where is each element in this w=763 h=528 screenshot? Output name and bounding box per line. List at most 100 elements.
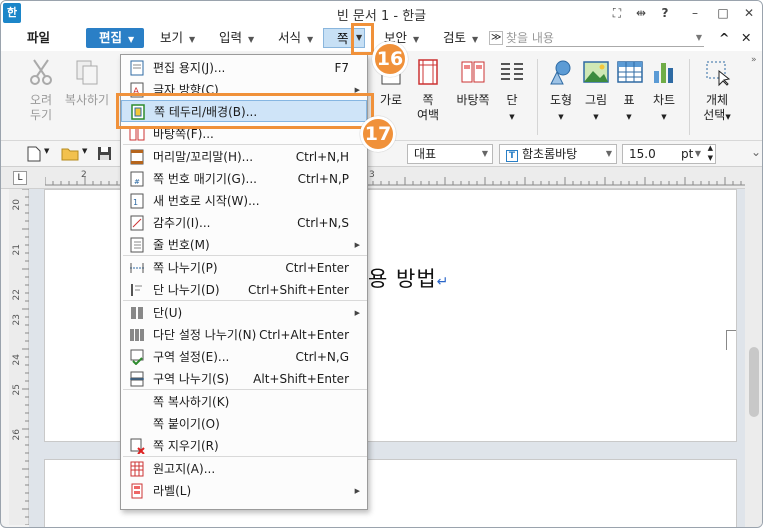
minimize-button[interactable]: – (685, 4, 705, 22)
shape-button[interactable]: 도형 ▼ (544, 57, 578, 125)
menu-file[interactable]: 파일 (27, 28, 50, 48)
more-menus-button[interactable]: ≫ (489, 31, 504, 45)
menu-item[interactable]: 1 새 번호로 시작(W)... (121, 190, 367, 212)
chevron-down-icon[interactable]: ▼ (82, 147, 87, 155)
menu-item[interactable]: 단(U) ▶ (121, 302, 367, 324)
menu-item[interactable]: 다단 설정 나누기(N) Ctrl+Alt+Enter (121, 324, 367, 346)
font-value: 함초롬바탕 (522, 147, 578, 161)
chevron-down-icon[interactable]: ▼ (696, 29, 702, 47)
save-icon[interactable] (97, 146, 112, 161)
menu-insert[interactable]: 입력 ▼ (219, 28, 254, 48)
chevron-down-icon: ▼ (509, 113, 515, 121)
ribbon-more-icon[interactable]: » (751, 55, 757, 65)
spin-icon[interactable]: ▲ ▼ (708, 143, 713, 163)
chevron-down-icon: ▼ (694, 149, 701, 158)
vruler-label: 20 (12, 199, 22, 211)
table-button[interactable]: 표 ▼ (615, 57, 643, 125)
menu-item[interactable]: 구역 나누기(S) Alt+Shift+Enter (121, 368, 367, 390)
page-margin-icon (418, 59, 438, 85)
menu-item[interactable]: 감추기(I)... Ctrl+N,S (121, 212, 367, 234)
master-page-label: 바탕쪽 (456, 93, 490, 107)
toolbar-more-icon[interactable]: ⌄ (751, 145, 761, 159)
table-icon (617, 61, 643, 83)
picture-button[interactable]: 그림 ▼ (581, 57, 611, 125)
maximize-button[interactable]: □ (713, 4, 733, 22)
column-break-icon (131, 284, 142, 296)
menu-item-label: 편집 용지(J)... (153, 61, 226, 75)
search-placeholder: 찾을 내용 (506, 31, 554, 45)
tab-type-icon[interactable]: L (13, 171, 27, 185)
menu-item-shortcut: Ctrl+N,H (295, 150, 349, 164)
font-size-input[interactable]: 15.0 pt ▼ ▲ ▼ (622, 144, 716, 164)
chevron-down-icon: ▼ (413, 35, 420, 44)
menu-item[interactable]: 편집 용지(J)... F7 (121, 57, 367, 79)
chevron-down-icon[interactable]: ▼ (44, 147, 49, 155)
style-select[interactable]: 대표 ▼ (407, 144, 493, 164)
menu-item[interactable]: 줄 번호(M) ▶ (121, 234, 367, 256)
menu-item[interactable]: 단 나누기(D) Ctrl+Shift+Enter (121, 279, 367, 301)
close-search-icon[interactable]: ✕ (741, 28, 751, 48)
menu-separator (123, 456, 367, 457)
vertical-scrollbar[interactable] (745, 167, 762, 527)
master-page-button[interactable]: 바탕쪽 (451, 57, 495, 108)
copy-button[interactable]: 복사하기 (63, 57, 111, 108)
menu-item-shortcut: Ctrl+Shift+Enter (248, 283, 349, 297)
menu-item-shortcut: F7 (334, 61, 349, 75)
page-margin-button[interactable]: 쪽 여백 (411, 57, 445, 123)
label-icon (131, 483, 143, 499)
column-ribbon-icon (501, 63, 523, 80)
master-page-ribbon-icon (461, 61, 485, 83)
open-folder-icon[interactable] (61, 147, 79, 161)
close-button[interactable]: ✕ (739, 4, 759, 22)
page-corner-mark (726, 330, 736, 350)
step-16-badge: 16 (372, 41, 408, 77)
chevron-down-icon: ▼ (481, 149, 488, 158)
menu-item-label: 원고지(A)... (153, 462, 216, 476)
fullscreen-icon[interactable]: ⛶ (607, 4, 627, 22)
menu-separator (123, 255, 367, 256)
style-value: 대표 (414, 147, 437, 161)
menu-edit[interactable]: 편집 ▼ (86, 28, 144, 48)
font-select[interactable]: T 함초롬바탕 ▼ (499, 144, 617, 164)
landscape-label: 가로 (379, 93, 403, 107)
cut-button[interactable]: 오려 두기 (23, 57, 59, 123)
page-setup-icon (130, 60, 144, 76)
margin-label-1: 쪽 (422, 93, 434, 107)
menu-item[interactable]: 쪽 복사하기(K) (121, 391, 367, 413)
menu-item-label: 단 나누기(D) (153, 283, 220, 297)
menu-format[interactable]: 서식 ▼ (278, 28, 313, 48)
column-button[interactable]: 단 ▼ (497, 57, 527, 125)
column-icon (131, 307, 143, 319)
menu-item-label: 단(U) (153, 306, 183, 320)
menu-item[interactable]: 쪽 나누기(P) Ctrl+Enter (121, 257, 367, 279)
object-select-label-1: 개체 (705, 93, 729, 107)
help-icon[interactable]: ? (655, 4, 675, 22)
copy-label: 복사하기 (64, 93, 110, 107)
vruler-label: 23 (12, 314, 22, 326)
menu-item[interactable]: # 쪽 번호 매기기(G)... Ctrl+N,P (121, 168, 367, 190)
svg-text:#: # (134, 178, 140, 186)
chevron-down-icon: ▼ (128, 35, 135, 44)
menu-item[interactable]: 라벨(L) ▶ (121, 480, 367, 502)
menu-view[interactable]: 보기 ▼ (160, 28, 195, 48)
menu-review[interactable]: 검토 ▼ (443, 28, 478, 48)
menu-item[interactable]: 원고지(A)... (121, 458, 367, 480)
object-select-button[interactable]: 개체 선택▼ (697, 57, 737, 125)
collapse-ribbon-icon[interactable]: ^ (719, 28, 729, 48)
chevron-down-icon: ▼ (593, 113, 599, 121)
new-document-icon[interactable] (27, 146, 41, 162)
scrollbar-thumb[interactable] (749, 347, 759, 417)
menu-item[interactable]: 머리말/꼬리말(H)... Ctrl+N,H (121, 146, 367, 168)
chart-button[interactable]: 차트 ▼ (647, 57, 681, 125)
search-input[interactable]: 찾을 내용 ▼ (506, 29, 704, 47)
document-text[interactable]: 용 방법↵ (368, 263, 449, 293)
menu-item[interactable]: 구역 설정(E)... Ctrl+N,G (121, 346, 367, 368)
menu-item-shortcut: Ctrl+N,G (295, 350, 350, 364)
table-label: 표 (623, 93, 635, 107)
menu-item[interactable]: 쪽 붙이기(O) (121, 413, 367, 435)
new-number-icon: 1 (130, 193, 144, 209)
split-view-icon[interactable]: ⇹ (631, 4, 651, 22)
ribbon-divider (537, 59, 538, 135)
paragraph-mark-icon: ↵ (436, 274, 450, 290)
menu-item[interactable]: 쪽 지우기(R) (121, 435, 367, 457)
